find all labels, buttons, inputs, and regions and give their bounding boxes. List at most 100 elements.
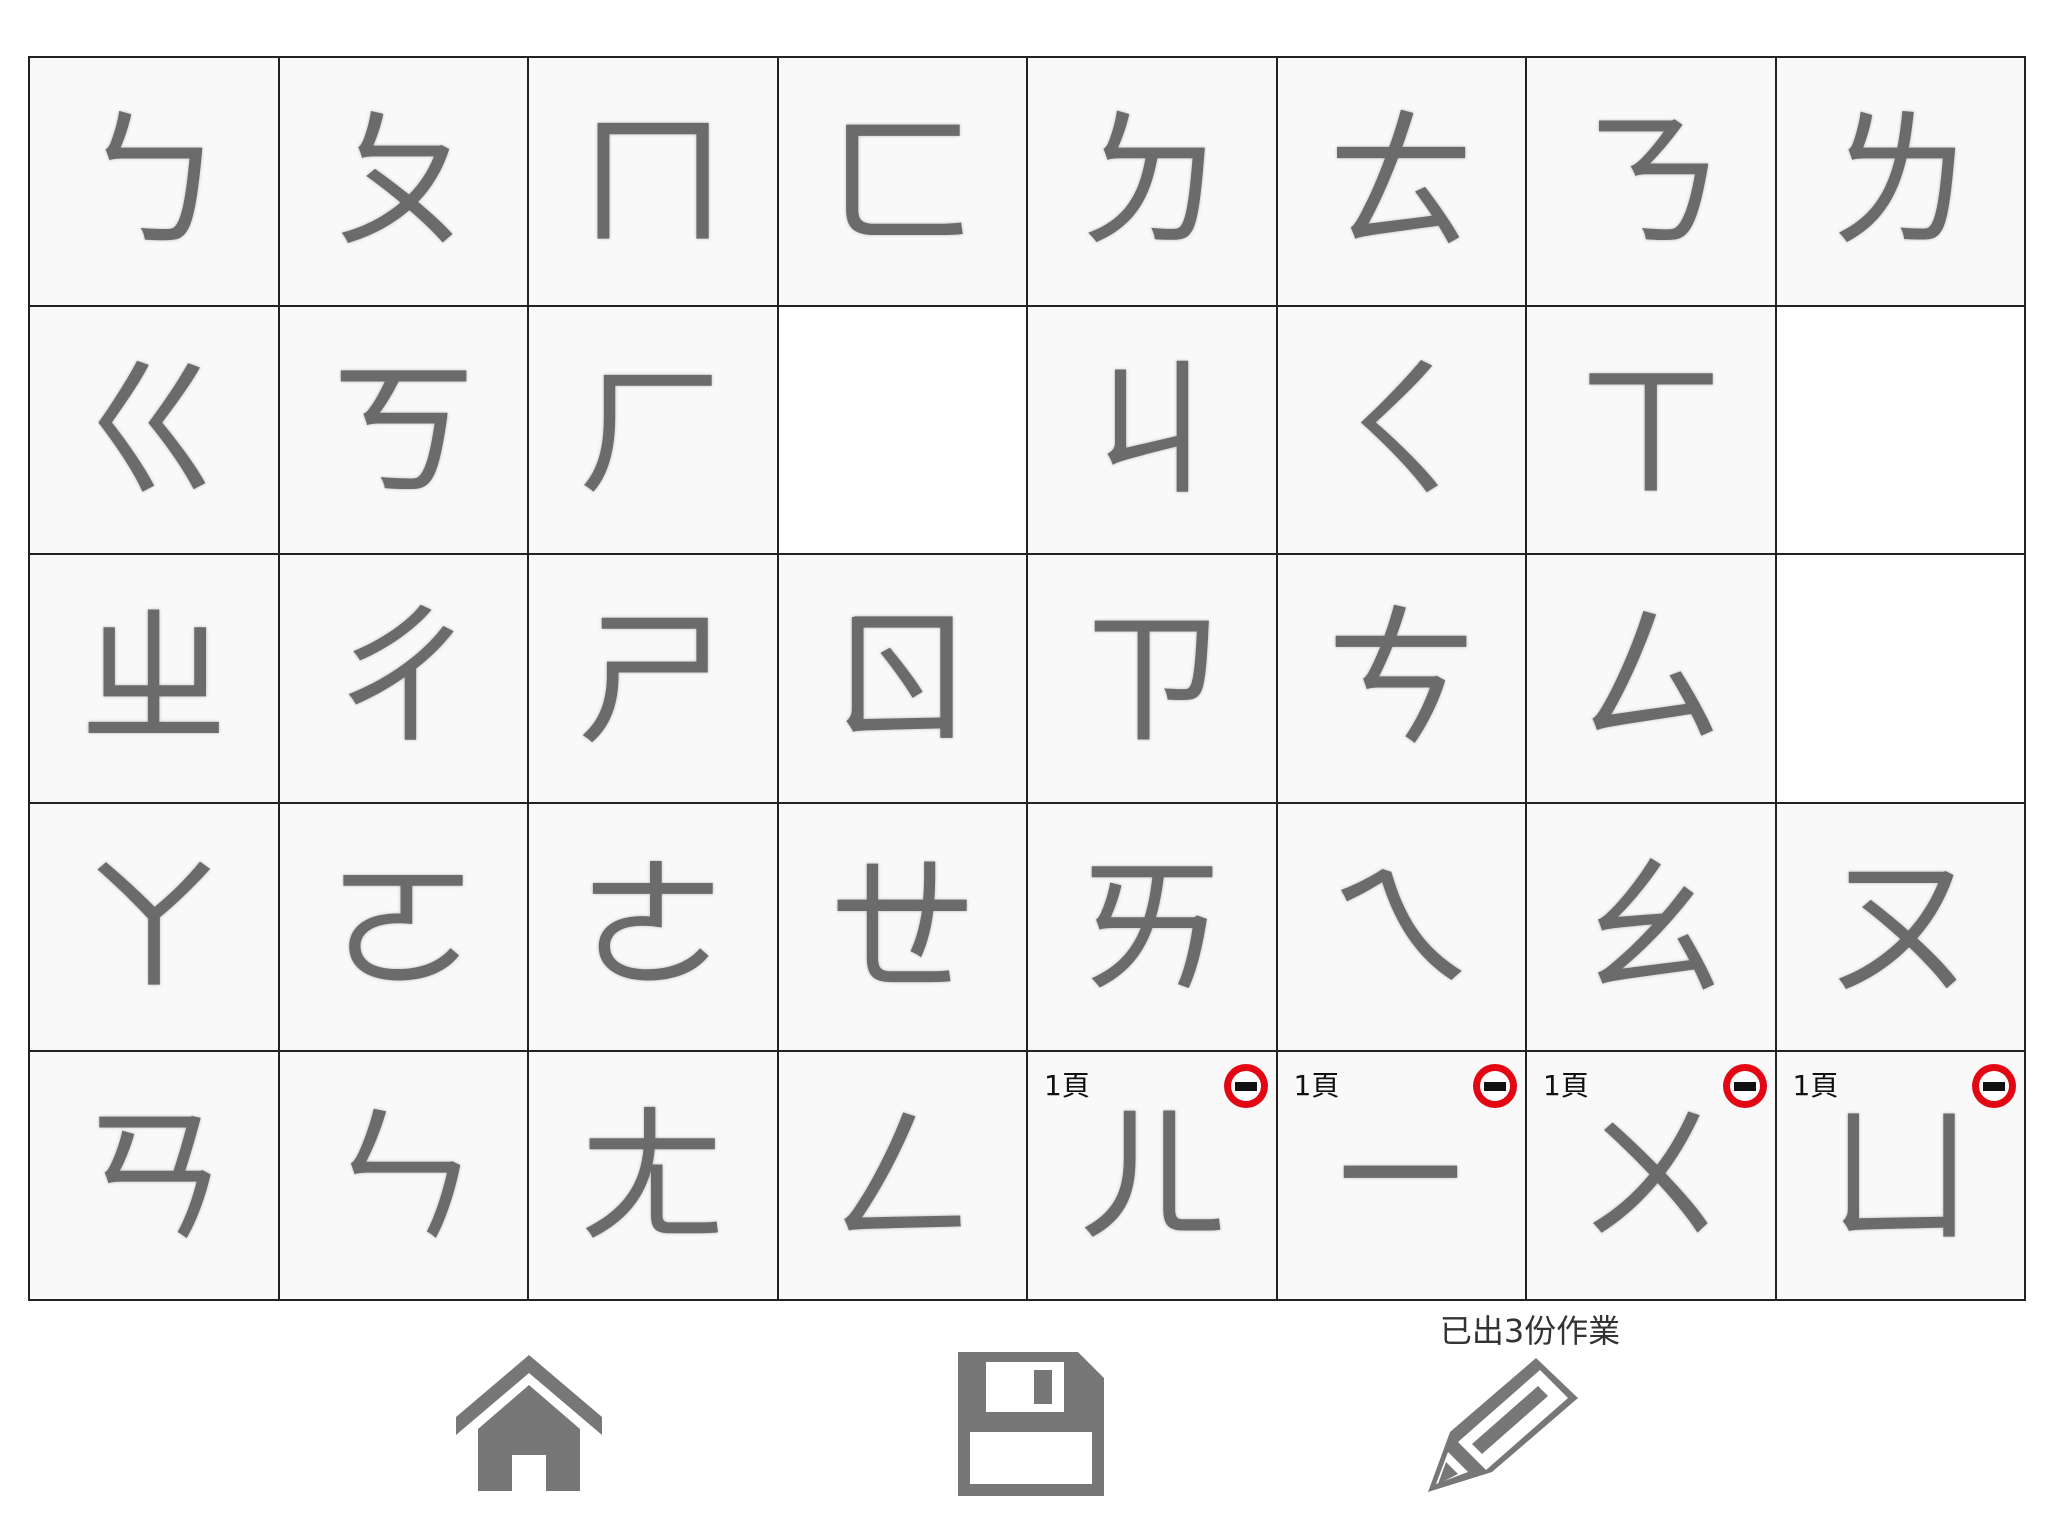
symbol-tile[interactable]: ㄡ [1776,803,2026,1053]
remove-button[interactable] [1722,1064,1767,1109]
minus-bar [1733,1081,1756,1091]
zhuyin-symbol: ㄓ [78,593,229,768]
remove-button[interactable] [1972,1064,2016,1109]
zhuyin-symbol: ㄐ [1076,344,1227,519]
zhuyin-symbol: ㄠ [1575,842,1726,1017]
zhuyin-symbol: ㄈ [827,96,978,271]
symbol-tile[interactable]: ㄋ [1527,58,1777,307]
symbol-tile[interactable]: ㄦ 1頁 [1028,1052,1278,1301]
page-count-label: 1頁 [1543,1069,1589,1103]
symbol-tile[interactable]: ㄍ [30,306,280,556]
minus-bar [1484,1081,1506,1091]
symbol-tile[interactable]: ㄔ [279,555,529,804]
zhuyin-symbol: ㄇ [577,96,728,271]
zhuyin-symbol: ㄅ [78,96,229,271]
symbol-tile[interactable]: ㄉ [1028,58,1278,307]
zhuyin-symbol: ㄘ [1326,593,1477,768]
zhuyin-symbol: ㄗ [1076,593,1227,768]
symbol-tile[interactable]: ㄜ [529,803,779,1053]
symbol-tile[interactable]: ㄏ [529,306,779,556]
symbol-tile[interactable]: ㄩ 1頁 [1776,1052,2026,1301]
symbol-tile[interactable]: ㄇ [529,58,779,307]
symbol-tile[interactable]: ㄧ 1頁 [1277,1052,1527,1301]
empty-tile [1776,555,2026,804]
symbol-tile[interactable]: ㄖ [778,555,1028,804]
minus-circle-icon [1230,1071,1261,1102]
symbol-tile[interactable]: ㄅ [30,58,280,307]
symbol-tile[interactable]: ㄛ [279,803,529,1053]
symbol-tile[interactable]: ㄗ [1028,555,1278,804]
home-button[interactable] [456,1355,602,1491]
zhuyin-symbol: ㄙ [1575,593,1726,768]
minus-circle-icon [1979,1071,2009,1102]
symbol-tile[interactable]: ㄢ [30,1052,280,1301]
zhuyin-symbol: ㄤ [577,1090,728,1265]
zhuyin-symbol: ㄢ [78,1090,229,1265]
zhuyin-symbol: ㄚ [78,842,229,1017]
symbol-tile[interactable]: ㄊ [1277,58,1527,307]
symbol-tile[interactable]: ㄨ 1頁 [1527,1052,1777,1301]
symbol-tile[interactable]: ㄣ [279,1052,529,1301]
symbol-tile[interactable]: ㄠ [1527,803,1777,1053]
symbol-tile[interactable]: ㄘ [1277,555,1527,804]
minus-bar [1983,1081,2005,1091]
page-count-label: 1頁 [1293,1069,1340,1103]
zhuyin-symbol: ㄝ [827,842,978,1017]
zhuyin-symbol: ㄍ [78,344,229,519]
minus-circle-icon [1480,1071,1510,1102]
symbol-tile[interactable]: ㄥ [778,1052,1028,1301]
symbol-tile[interactable]: ㄓ [30,555,280,804]
empty-tile [1776,306,2026,556]
zhuyin-symbol: ㄡ [1825,842,1976,1017]
zhuyin-symbol: ㄑ [1326,344,1477,519]
floppy-disk-icon [958,1352,1104,1496]
pencil-icon [1428,1358,1578,1492]
zhuyin-symbol: ㄏ [577,344,728,519]
zhuyin-symbol: ㄔ [328,593,479,768]
zhuyin-symbol: ㄕ [577,593,728,768]
zhuyin-symbol: ㄣ [328,1090,479,1265]
symbol-tile[interactable]: ㄐ [1028,306,1278,556]
symbol-tile[interactable]: ㄟ [1277,803,1527,1053]
assignment-count-label: 已出3份作業 [1439,1312,1621,1350]
zhuyin-symbol: ㄊ [1326,96,1477,271]
zhuyin-symbol: ㄨ [1575,1090,1726,1265]
symbol-tile[interactable]: ㄈ [778,58,1028,307]
symbol-tile[interactable]: ㄚ [30,803,280,1053]
zhuyin-symbol: ㄋ [1575,96,1726,271]
symbol-tile[interactable]: ㄝ [778,803,1028,1053]
zhuyin-symbol: ㄞ [1076,842,1227,1017]
empty-tile [778,306,1028,556]
symbol-tile[interactable]: ㄒ [1527,306,1777,556]
symbol-grid: ㄅㄆㄇㄈㄉㄊㄋㄌㄍㄎㄏㄐㄑㄒㄓㄔㄕㄖㄗㄘㄙㄚㄛㄜㄝㄞㄟㄠㄡㄢㄣㄤㄥㄦ 1頁ㄧ 1頁ㄨ… [28,56,2026,1301]
symbol-tile[interactable]: ㄙ [1527,555,1777,804]
symbol-tile[interactable]: ㄌ [1776,58,2026,307]
page-count-label: 1頁 [1792,1069,1839,1103]
page-count-label: 1頁 [1044,1069,1090,1103]
zhuyin-symbol: ㄎ [328,344,479,519]
assign-homework-button[interactable] [1428,1358,1578,1492]
minus-bar [1234,1081,1257,1091]
minus-circle-icon [1729,1071,1760,1102]
symbol-tile[interactable]: ㄑ [1277,306,1527,556]
zhuyin-symbol: ㄩ [1825,1090,1976,1265]
zhuyin-symbol: ㄥ [827,1090,978,1265]
symbol-tile[interactable]: ㄆ [279,58,529,307]
zhuyin-symbol: ㄉ [1076,96,1227,271]
zhuyin-symbol: ㄒ [1575,344,1726,519]
zhuyin-symbol: ㄖ [827,593,978,768]
zhuyin-symbol: ㄌ [1825,96,1976,271]
symbol-tile[interactable]: ㄞ [1028,803,1278,1053]
remove-button[interactable] [1223,1064,1268,1109]
zhuyin-symbol: ㄧ [1326,1090,1477,1265]
home-icon [456,1355,602,1491]
remove-button[interactable] [1473,1064,1517,1109]
zhuyin-symbol: ㄛ [328,842,479,1017]
zhuyin-symbol: ㄟ [1326,842,1477,1017]
zhuyin-symbol: ㄦ [1076,1090,1227,1265]
symbol-tile[interactable]: ㄕ [529,555,779,804]
symbol-tile[interactable]: ㄎ [279,306,529,556]
zhuyin-symbol: ㄆ [328,96,479,271]
symbol-tile[interactable]: ㄤ [529,1052,779,1301]
save-button[interactable] [958,1352,1104,1496]
